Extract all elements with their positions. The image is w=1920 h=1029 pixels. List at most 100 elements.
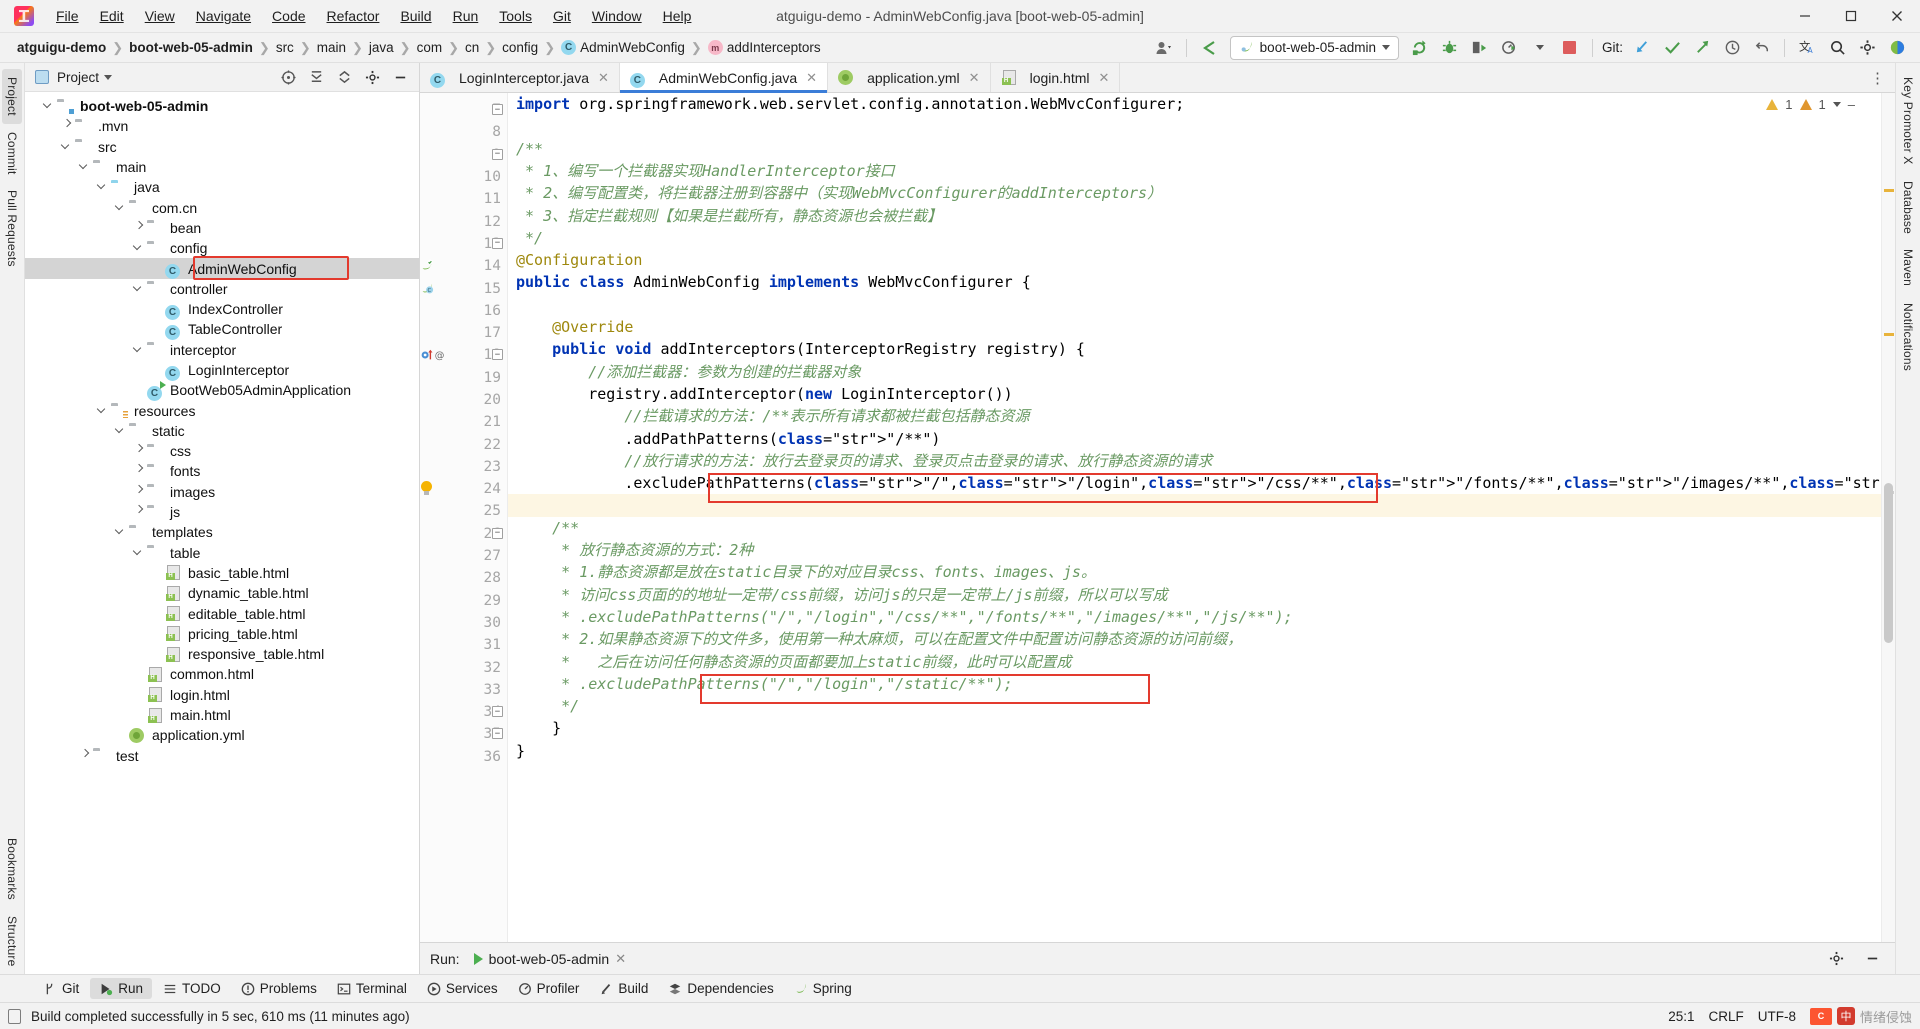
menu-window[interactable]: Window [582, 3, 652, 29]
code-line-14[interactable]: @Configuration [508, 249, 1881, 271]
editor-tab-adminwebconfig-java[interactable]: C AdminWebConfig.java ✕ [619, 63, 829, 93]
menu-navigate[interactable]: Navigate [186, 3, 261, 29]
tree-item-editable-table-html[interactable]: editable_table.html [25, 603, 419, 623]
gear-icon[interactable] [359, 65, 385, 89]
chevron-right-icon[interactable] [75, 750, 93, 762]
tree-item-com-cn[interactable]: com.cn [25, 197, 419, 217]
tree-item--mvn[interactable]: .mvn [25, 116, 419, 136]
gutter-line-8[interactable]: 8 [420, 121, 507, 143]
breadcrumb-item-cn[interactable]: cn [460, 38, 484, 57]
user-avatar-icon[interactable] [1151, 36, 1177, 60]
code-line-34[interactable]: */ [508, 695, 1881, 717]
menu-view[interactable]: View [135, 3, 185, 29]
code-content[interactable]: 1 1 – import org.springframework.web.ser… [508, 93, 1881, 942]
chevron-down-icon[interactable] [129, 547, 147, 559]
chevron-down-icon[interactable] [93, 405, 111, 417]
bottom-tab-todo[interactable]: TODO [154, 978, 230, 999]
menu-edit[interactable]: Edit [90, 3, 134, 29]
sidebar-item-key-promoter[interactable]: Key Promoter X [1898, 69, 1918, 173]
close-icon[interactable]: ✕ [969, 70, 980, 86]
tree-item-templates[interactable]: templates [25, 522, 419, 542]
git-commit-icon[interactable] [1659, 36, 1685, 60]
code-line-24[interactable]: .excludePathPatterns(class="str">"/",cla… [508, 472, 1881, 494]
tree-item-bean[interactable]: bean [25, 218, 419, 238]
sidebar-item-database[interactable]: Database [1898, 173, 1918, 242]
tree-item-css[interactable]: css [25, 441, 419, 461]
tree-item-fonts[interactable]: fonts [25, 461, 419, 481]
editor-annotation-rail[interactable] [1881, 93, 1895, 942]
tree-item-tablecontroller[interactable]: C TableController [25, 319, 419, 340]
bottom-tab-spring[interactable]: Spring [785, 978, 861, 999]
gutter-line-21[interactable]: 21 [420, 411, 507, 433]
chevron-down-icon[interactable] [129, 283, 147, 295]
breadcrumb-item-project[interactable]: atguigu-demo [12, 38, 111, 57]
hide-panel-icon[interactable] [1859, 947, 1885, 971]
code-line-36[interactable]: } [508, 740, 1881, 762]
tree-item-boot-web-05-admin[interactable]: boot-web-05-admin [25, 96, 419, 116]
chevron-down-icon[interactable] [111, 425, 129, 437]
minimize-button[interactable] [1782, 0, 1828, 33]
gutter-line-16[interactable]: 16 [420, 300, 507, 322]
chevron-down-icon[interactable] [111, 202, 129, 214]
tree-item-dynamic-table-html[interactable]: dynamic_table.html [25, 583, 419, 603]
expand-all-icon[interactable] [331, 65, 357, 89]
chevron-down-icon[interactable] [1527, 36, 1553, 60]
close-button[interactable] [1874, 0, 1920, 33]
code-line-8[interactable] [508, 115, 1881, 137]
tree-item-basic-table-html[interactable]: basic_table.html [25, 563, 419, 583]
tree-item-resources[interactable]: resources [25, 400, 419, 420]
code-line-11[interactable]: * 2、编写配置类，将拦截器注册到容器中（实现WebMvcConfigurer的… [508, 182, 1881, 204]
editor-scrollbar-thumb[interactable] [1884, 483, 1893, 643]
bottom-tab-profiler[interactable]: Profiler [509, 978, 589, 999]
code-line-32[interactable]: * 之后在访问任何静态资源的页面都要加上static前缀，此时可以配置成 [508, 651, 1881, 673]
code-fold-toggle-18[interactable]: − [492, 349, 503, 361]
gutter-line-23[interactable]: 23 [420, 456, 507, 478]
history-icon[interactable] [1719, 36, 1745, 60]
gutter-line-31[interactable]: 31 [420, 634, 507, 656]
gutter-line-33[interactable]: 33 [420, 679, 507, 701]
bottom-tab-git[interactable]: Git [34, 978, 88, 999]
tree-item-logininterceptor[interactable]: C LoginInterceptor [25, 360, 419, 381]
search-icon[interactable] [1824, 36, 1850, 60]
collapse-all-icon[interactable] [303, 65, 329, 89]
menu-tools[interactable]: Tools [489, 3, 542, 29]
gutter-line-19[interactable]: 19 [420, 367, 507, 389]
chevron-down-icon[interactable] [57, 141, 75, 153]
gutter-line-25[interactable]: 25 [420, 500, 507, 522]
menu-bar[interactable]: File Edit View Navigate Code Refactor Bu… [46, 3, 701, 29]
tree-item-application-yml[interactable]: application.yml [25, 725, 419, 745]
tree-item-pricing-table-html[interactable]: pricing_table.html [25, 624, 419, 644]
chevron-down-icon[interactable] [93, 181, 111, 193]
spring-config-gutter-icon[interactable]: C [420, 277, 434, 299]
chevron-down-icon[interactable] [39, 100, 57, 112]
gutter-line-24[interactable]: 24 [420, 478, 507, 500]
tree-item-test[interactable]: test [25, 746, 419, 766]
coverage-icon[interactable] [1467, 36, 1493, 60]
chevron-down-icon[interactable] [129, 344, 147, 356]
code-line-19[interactable]: //添加拦截器：参数为创建的拦截器对象 [508, 361, 1881, 383]
tree-item-config[interactable]: config [25, 238, 419, 258]
code-line-28[interactable]: * 1.静态资源都是放在static目录下的对应目录css、fonts、imag… [508, 561, 1881, 583]
chevron-down-icon[interactable] [75, 161, 93, 173]
line-separator[interactable]: CRLF [1708, 1009, 1743, 1024]
editor-tab-bar[interactable]: C LoginInterceptor.java ✕ C AdminWebConfig.j… [420, 63, 1895, 93]
gutter-line-29[interactable]: 29 [420, 590, 507, 612]
tree-item-bootweb05adminapplication[interactable]: C BootWeb05AdminApplication [25, 380, 419, 401]
editor-tab-application-yml[interactable]: application.yml ✕ [828, 63, 991, 92]
tree-item-main[interactable]: main [25, 157, 419, 177]
tree-item-java[interactable]: java [25, 177, 419, 197]
bottom-tool-bar[interactable]: Git Run TODO Problems Terminal Services Profil… [0, 974, 1920, 1002]
menu-file[interactable]: File [46, 3, 89, 29]
gutter-line-30[interactable]: 30 [420, 612, 507, 634]
chevron-right-icon[interactable] [129, 506, 147, 518]
code-line-31[interactable]: * 2.如果静态资源下的文件多，使用第一种太麻烦，可以在配置文件中配置访问静态资… [508, 628, 1881, 650]
tree-item-table[interactable]: table [25, 543, 419, 563]
code-line-35[interactable]: } [508, 717, 1881, 739]
tree-item-login-html[interactable]: login.html [25, 685, 419, 705]
breadcrumb-item-main[interactable]: main [312, 38, 351, 57]
breadcrumb-item-com[interactable]: com [412, 38, 448, 57]
code-line-18[interactable]: public void addInterceptors(InterceptorR… [508, 338, 1881, 360]
code-fold-toggle-13[interactable]: − [492, 237, 503, 249]
editor-gutter[interactable]: 7891011121314151617181920212223242526272… [420, 93, 508, 942]
code-line-27[interactable]: * 放行静态资源的方式：2种 [508, 539, 1881, 561]
